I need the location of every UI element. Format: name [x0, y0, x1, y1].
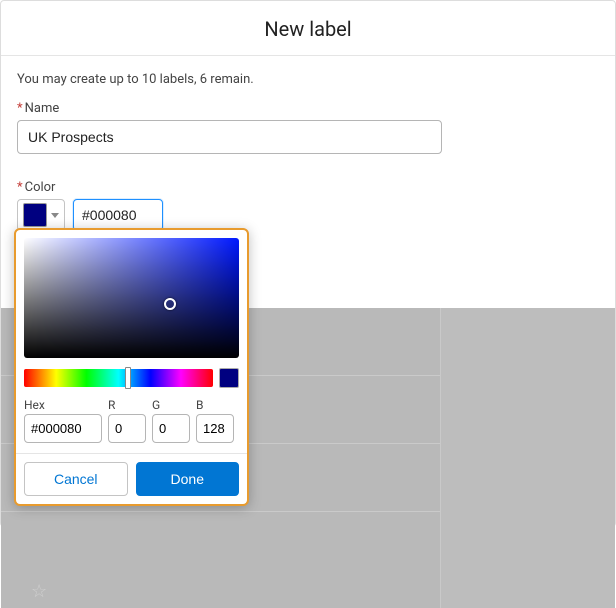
hint-text: You may create up to 10 labels, 6 remain…	[17, 72, 599, 87]
required-icon: *	[17, 180, 23, 195]
picker-hex-input[interactable]	[24, 414, 102, 443]
b-column: B	[196, 398, 234, 443]
picker-footer: Cancel Done	[24, 462, 239, 496]
color-row	[17, 199, 599, 231]
hue-slider[interactable]	[24, 369, 213, 387]
sv-thumb[interactable]	[164, 298, 176, 310]
color-label: *Color	[17, 180, 599, 195]
color-swatch-icon	[23, 203, 47, 227]
g-column: G	[152, 398, 190, 443]
name-input[interactable]	[17, 120, 442, 154]
color-picker-popover: Hex R G B Cancel Done	[14, 228, 249, 506]
color-hex-input[interactable]	[73, 199, 163, 231]
b-label: B	[196, 398, 234, 412]
picker-b-input[interactable]	[196, 414, 234, 443]
picker-values: Hex R G B	[24, 398, 239, 443]
modal-title: New label	[1, 17, 615, 41]
chevron-down-icon	[51, 213, 59, 218]
picker-done-button[interactable]: Done	[136, 462, 240, 496]
star-icon: ☆	[31, 581, 47, 602]
color-field: *Color	[17, 180, 599, 231]
divider	[16, 453, 247, 454]
r-label: R	[108, 398, 146, 412]
picker-r-input[interactable]	[108, 414, 146, 443]
r-column: R	[108, 398, 146, 443]
hex-column: Hex	[24, 398, 102, 443]
name-field: *Name	[17, 101, 599, 154]
saturation-value-area[interactable]	[24, 238, 239, 358]
color-swatch-button[interactable]	[17, 199, 65, 231]
picker-g-input[interactable]	[152, 414, 190, 443]
required-icon: *	[17, 101, 23, 116]
side-panel	[440, 308, 615, 608]
g-label: G	[152, 398, 190, 412]
modal-header: New label	[1, 1, 615, 56]
name-label: *Name	[17, 101, 599, 116]
hex-label: Hex	[24, 398, 102, 412]
hue-thumb[interactable]	[125, 367, 131, 389]
picker-cancel-button[interactable]: Cancel	[24, 462, 128, 496]
preview-swatch	[219, 368, 239, 388]
hue-row	[24, 368, 239, 388]
